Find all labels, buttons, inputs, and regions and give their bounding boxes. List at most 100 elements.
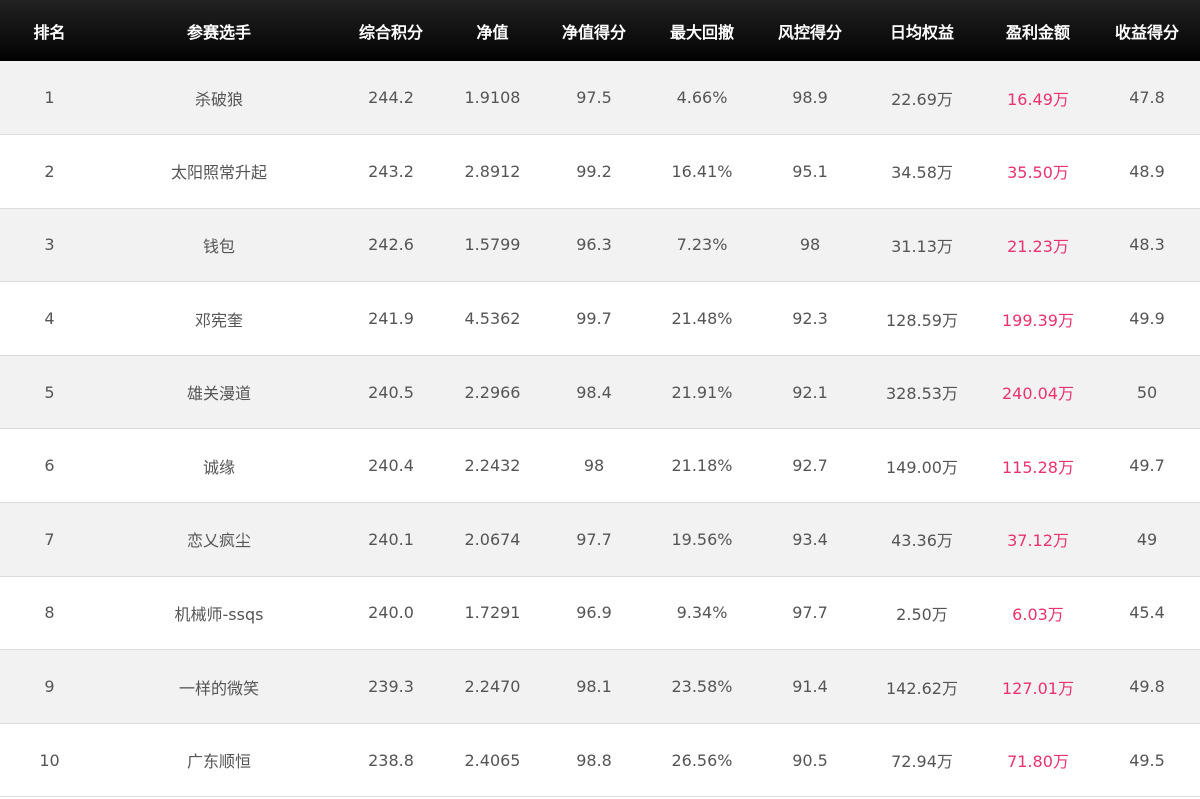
header-total-score: 综合积分 (358, 22, 423, 42)
table-row: 7 恋乂疯尘 240.1 2.0674 97.7 19.56% 93.4 43.36万 37.1… (0, 502, 1200, 577)
header-rank: 排名 (33, 22, 66, 42)
cell-total-score: 244.2 (339, 61, 443, 136)
header-return-score: 收益得分 (1114, 22, 1179, 42)
cell-rank: 1 (0, 61, 99, 136)
cell-net-value: 2.2966 (443, 355, 542, 430)
cell-risk-score: 91.4 (758, 649, 862, 724)
cell-max-drawdown: 7.23% (646, 208, 758, 283)
cell-rank: 8 (0, 576, 99, 651)
cell-profit-amount: 16.49万 (982, 61, 1094, 136)
cell-net-value-score: 97.5 (542, 61, 646, 136)
cell-risk-score: 98 (758, 208, 862, 283)
cell-risk-score: 92.1 (758, 355, 862, 430)
cell-return-score: 49.5 (1094, 723, 1200, 798)
cell-net-value: 1.9108 (443, 61, 542, 136)
cell-risk-score: 98.9 (758, 61, 862, 136)
cell-player-name: 太阳照常升起 (99, 134, 339, 209)
cell-return-score: 50 (1094, 355, 1200, 430)
cell-total-score: 238.8 (339, 723, 443, 798)
cell-rank: 9 (0, 649, 99, 724)
cell-daily-equity: 34.58万 (862, 134, 982, 209)
cell-daily-equity: 128.59万 (862, 281, 982, 356)
table-row: 5 雄关漫道 240.5 2.2966 98.4 21.91% 92.1 328.53万 240… (0, 355, 1200, 430)
cell-profit-amount: 6.03万 (982, 576, 1094, 651)
cell-return-score: 45.4 (1094, 576, 1200, 651)
cell-net-value-score: 96.3 (542, 208, 646, 283)
cell-return-score: 49 (1094, 502, 1200, 577)
header-net-value: 净值 (476, 22, 509, 42)
table-row: 8 机械师-ssqs 240.0 1.7291 96.9 9.34% 97.7 2.50万 6.… (0, 576, 1200, 651)
header-row: 排名 参赛选手 综合积分 净值 净值得分 最大回撤 风控得分 日均权益 盈利金额… (0, 0, 1200, 61)
cell-player-name: 邓宪奎 (99, 281, 339, 356)
cell-daily-equity: 149.00万 (862, 428, 982, 504)
cell-return-score: 49.9 (1094, 281, 1200, 356)
cell-max-drawdown: 21.48% (646, 281, 758, 356)
cell-net-value: 1.5799 (443, 208, 542, 283)
cell-rank: 6 (0, 428, 99, 504)
table-row: 1 杀破狼 244.2 1.9108 97.5 4.66% 98.9 22.69万 16.49万… (0, 61, 1200, 136)
cell-max-drawdown: 26.56% (646, 723, 758, 798)
cell-profit-amount: 127.01万 (982, 649, 1094, 724)
header-max-drawdown: 最大回撤 (669, 22, 734, 42)
cell-total-score: 240.0 (339, 576, 443, 651)
cell-net-value-score: 96.9 (542, 576, 646, 651)
header-risk-score: 风控得分 (777, 22, 842, 42)
header-profit-amount: 盈利金额 (1005, 22, 1070, 42)
table-row: 6 诚缘 240.4 2.2432 98 21.18% 92.7 149.00万 115.28万… (0, 428, 1200, 504)
cell-risk-score: 92.3 (758, 281, 862, 356)
cell-player-name: 钱包 (99, 208, 339, 283)
cell-profit-amount: 37.12万 (982, 502, 1094, 577)
cell-rank: 2 (0, 134, 99, 209)
cell-return-score: 49.8 (1094, 649, 1200, 724)
cell-return-score: 47.8 (1094, 61, 1200, 136)
cell-max-drawdown: 19.56% (646, 502, 758, 577)
cell-total-score: 240.4 (339, 428, 443, 504)
cell-rank: 10 (0, 723, 99, 798)
header-daily-equity: 日均权益 (889, 22, 954, 42)
cell-total-score: 243.2 (339, 134, 443, 209)
cell-return-score: 48.9 (1094, 134, 1200, 209)
cell-net-value-score: 97.7 (542, 502, 646, 577)
cell-net-value-score: 99.7 (542, 281, 646, 356)
cell-risk-score: 93.4 (758, 502, 862, 577)
cell-net-value: 4.5362 (443, 281, 542, 356)
cell-return-score: 49.7 (1094, 428, 1200, 504)
cell-net-value: 2.0674 (443, 502, 542, 577)
cell-player-name: 机械师-ssqs (99, 576, 339, 651)
cell-max-drawdown: 23.58% (646, 649, 758, 724)
cell-daily-equity: 31.13万 (862, 208, 982, 283)
cell-net-value-score: 98.8 (542, 723, 646, 798)
cell-max-drawdown: 16.41% (646, 134, 758, 209)
cell-profit-amount: 71.80万 (982, 723, 1094, 798)
cell-rank: 5 (0, 355, 99, 430)
cell-risk-score: 90.5 (758, 723, 862, 798)
cell-player-name: 雄关漫道 (99, 355, 339, 430)
header-player: 参赛选手 (186, 22, 251, 42)
table-row: 4 邓宪奎 241.9 4.5362 99.7 21.48% 92.3 128.59万 199.… (0, 281, 1200, 356)
cell-total-score: 240.5 (339, 355, 443, 430)
cell-max-drawdown: 21.91% (646, 355, 758, 430)
cell-max-drawdown: 21.18% (646, 428, 758, 504)
cell-net-value: 2.4065 (443, 723, 542, 798)
cell-profit-amount: 35.50万 (982, 134, 1094, 209)
cell-player-name: 广东顺恒 (99, 723, 339, 798)
cell-total-score: 240.1 (339, 502, 443, 577)
cell-daily-equity: 2.50万 (862, 576, 982, 651)
cell-return-score: 48.3 (1094, 208, 1200, 283)
cell-profit-amount: 240.04万 (982, 355, 1094, 430)
cell-max-drawdown: 4.66% (646, 61, 758, 136)
cell-risk-score: 95.1 (758, 134, 862, 209)
cell-net-value-score: 99.2 (542, 134, 646, 209)
cell-profit-amount: 21.23万 (982, 208, 1094, 283)
cell-daily-equity: 72.94万 (862, 723, 982, 798)
cell-risk-score: 97.7 (758, 576, 862, 651)
cell-profit-amount: 115.28万 (982, 428, 1094, 504)
cell-daily-equity: 43.36万 (862, 502, 982, 577)
cell-daily-equity: 328.53万 (862, 355, 982, 430)
cell-net-value-score: 98.1 (542, 649, 646, 724)
cell-player-name: 一样的微笑 (99, 649, 339, 724)
ranking-table: 排名 参赛选手 综合积分 净值 净值得分 最大回撤 风控得分 日均权益 盈利金额… (0, 0, 1200, 798)
cell-net-value: 2.8912 (443, 134, 542, 209)
table-row: 2 太阳照常升起 243.2 2.8912 99.2 16.41% 95.1 34.58万 35… (0, 134, 1200, 209)
cell-risk-score: 92.7 (758, 428, 862, 504)
